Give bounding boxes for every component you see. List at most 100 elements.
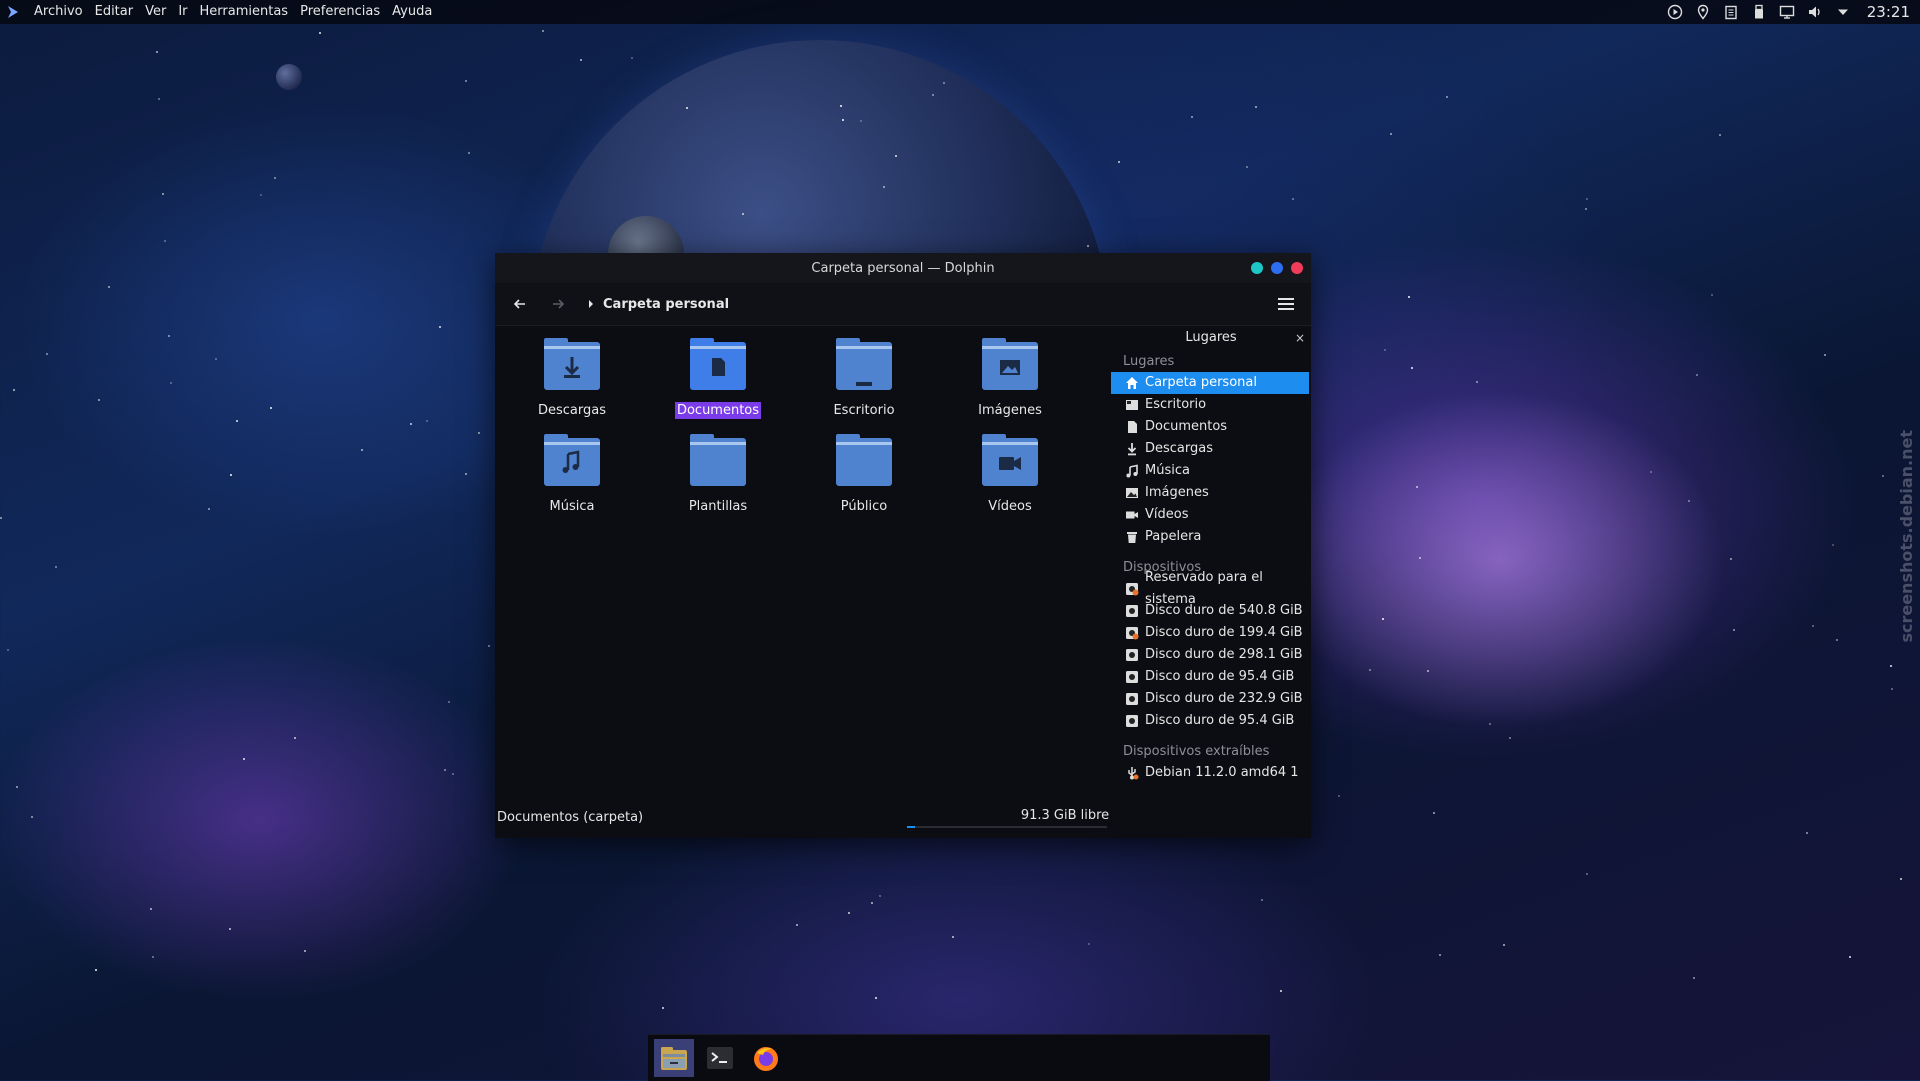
- wallpaper-star: [1384, 349, 1386, 351]
- device-reservado[interactable]: Reservado para el sistema: [1111, 570, 1309, 607]
- place-label: Música: [1145, 463, 1190, 478]
- drive-warning-icon: [1126, 627, 1139, 640]
- place-escritorio[interactable]: Escritorio: [1111, 394, 1309, 416]
- toolbar: Carpeta personal: [495, 283, 1311, 326]
- wallpaper-star: [1891, 688, 1893, 690]
- file-item-escritorio[interactable]: Escritorio: [809, 336, 919, 419]
- menu-herramientas[interactable]: Herramientas: [194, 0, 295, 24]
- device-disco-95-b[interactable]: Disco duro de 95.4 GiB: [1111, 710, 1309, 732]
- minimize-button[interactable]: [1251, 262, 1263, 274]
- wallpaper-star: [13, 389, 15, 391]
- taskbar-terminal[interactable]: [700, 1039, 740, 1077]
- maximize-button[interactable]: [1271, 262, 1283, 274]
- place-papelera[interactable]: Papelera: [1111, 526, 1309, 548]
- file-item-documentos[interactable]: Documentos: [663, 336, 773, 419]
- menu-ver[interactable]: Ver: [139, 0, 172, 24]
- wallpaper-star: [208, 508, 210, 510]
- wallpaper-star: [150, 908, 152, 910]
- wallpaper-star: [1849, 956, 1851, 958]
- places-panel-close-button[interactable]: ×: [1295, 326, 1305, 350]
- clipboard-icon[interactable]: [1723, 4, 1739, 20]
- desktop-icon: [1126, 400, 1138, 410]
- volume-icon[interactable]: [1807, 4, 1823, 20]
- device-label: Disco duro de 540.8 GiB: [1145, 603, 1303, 618]
- file-item-musica[interactable]: Música: [517, 432, 627, 515]
- file-item-publico[interactable]: Público: [809, 432, 919, 515]
- download-icon: [1127, 443, 1137, 456]
- wallpaper-star: [1408, 296, 1410, 298]
- wallpaper-moon: [276, 64, 302, 90]
- wallpaper-star: [1586, 198, 1588, 200]
- wallpaper-star: [274, 177, 276, 179]
- place-musica[interactable]: Música: [1111, 460, 1309, 482]
- hamburger-menu-button[interactable]: [1275, 293, 1297, 315]
- forward-button[interactable]: [545, 291, 571, 317]
- hard-drive-icon: [1126, 649, 1138, 661]
- clock[interactable]: 23:21: [1867, 3, 1910, 21]
- window-titlebar[interactable]: Carpeta personal — Dolphin: [495, 253, 1311, 283]
- wallpaper-star: [158, 98, 160, 100]
- wallpaper-star: [236, 420, 238, 422]
- watermark: screenshots.debian.net: [1897, 430, 1916, 643]
- wallpaper-star: [1824, 354, 1826, 356]
- menu-ir[interactable]: Ir: [172, 0, 193, 24]
- wallpaper-star: [952, 936, 954, 938]
- display-icon[interactable]: [1779, 4, 1795, 20]
- dropdown-icon[interactable]: [1835, 4, 1851, 20]
- device-disco-540[interactable]: Disco duro de 540.8 GiB: [1111, 600, 1309, 622]
- wallpaper-star: [1489, 723, 1491, 725]
- file-item-imagenes[interactable]: Imágenes: [955, 336, 1065, 419]
- wallpaper-star: [1191, 116, 1193, 118]
- wallpaper-star: [1369, 669, 1371, 671]
- wallpaper-star: [662, 1007, 664, 1009]
- wallpaper-star: [1261, 899, 1263, 901]
- arrow-left-icon: [513, 299, 525, 309]
- desktop-folder-icon: [836, 338, 892, 390]
- close-button[interactable]: [1291, 262, 1303, 274]
- menu-preferencias[interactable]: Preferencias: [294, 0, 386, 24]
- app-launcher-icon[interactable]: [6, 5, 20, 19]
- menu-editar[interactable]: Editar: [89, 0, 140, 24]
- device-debian-usb[interactable]: Debian 11.2.0 amd64 1: [1111, 762, 1309, 784]
- device-disco-298[interactable]: Disco duro de 298.1 GiB: [1111, 644, 1309, 666]
- place-label: Escritorio: [1145, 397, 1207, 412]
- wallpaper-star: [1890, 665, 1892, 667]
- menu-archivo[interactable]: Archivo: [28, 0, 89, 24]
- wallpaper-star: [631, 57, 633, 59]
- wallpaper-star: [465, 473, 467, 475]
- media-play-icon[interactable]: [1667, 4, 1683, 20]
- taskbar-dolphin[interactable]: [654, 1039, 694, 1077]
- place-documentos[interactable]: Documentos: [1111, 416, 1309, 438]
- device-disco-95-a[interactable]: Disco duro de 95.4 GiB: [1111, 666, 1309, 688]
- wallpaper-star: [1509, 737, 1511, 739]
- wallpaper-star: [842, 119, 844, 121]
- download-folder-icon: [544, 338, 600, 390]
- wallpaper-star: [1088, 943, 1090, 945]
- device-disco-232[interactable]: Disco duro de 232.9 GiB: [1111, 688, 1309, 710]
- usb-icon[interactable]: [1751, 4, 1767, 20]
- place-descargas[interactable]: Descargas: [1111, 438, 1309, 460]
- device-disco-199[interactable]: Disco duro de 199.4 GiB: [1111, 622, 1309, 644]
- wallpaper-star: [542, 30, 544, 32]
- place-carpeta-personal[interactable]: Carpeta personal: [1111, 372, 1309, 394]
- wallpaper-star: [875, 997, 877, 999]
- wallpaper-star: [55, 566, 57, 568]
- file-view[interactable]: Descargas Documentos Escritorio Imágenes: [495, 326, 1095, 796]
- breadcrumb[interactable]: Carpeta personal: [587, 297, 729, 312]
- file-item-plantillas[interactable]: Plantillas: [663, 432, 773, 515]
- file-item-descargas[interactable]: Descargas: [517, 336, 627, 419]
- location-icon[interactable]: [1695, 4, 1711, 20]
- wallpaper-star: [1730, 558, 1732, 560]
- place-imagenes[interactable]: Imágenes: [1111, 482, 1309, 504]
- free-space-label: 91.3 GiB libre: [1020, 808, 1110, 823]
- taskbar-firefox[interactable]: [746, 1039, 786, 1077]
- file-name: Escritorio: [833, 403, 895, 418]
- wallpaper-star: [883, 186, 885, 188]
- back-button[interactable]: [507, 291, 533, 317]
- file-item-videos[interactable]: Vídeos: [955, 432, 1065, 515]
- wallpaper-star: [1419, 557, 1421, 559]
- wallpaper-star: [410, 423, 412, 425]
- menu-ayuda[interactable]: Ayuda: [386, 0, 438, 24]
- place-videos[interactable]: Vídeos: [1111, 504, 1309, 526]
- breadcrumb-current[interactable]: Carpeta personal: [603, 297, 729, 312]
